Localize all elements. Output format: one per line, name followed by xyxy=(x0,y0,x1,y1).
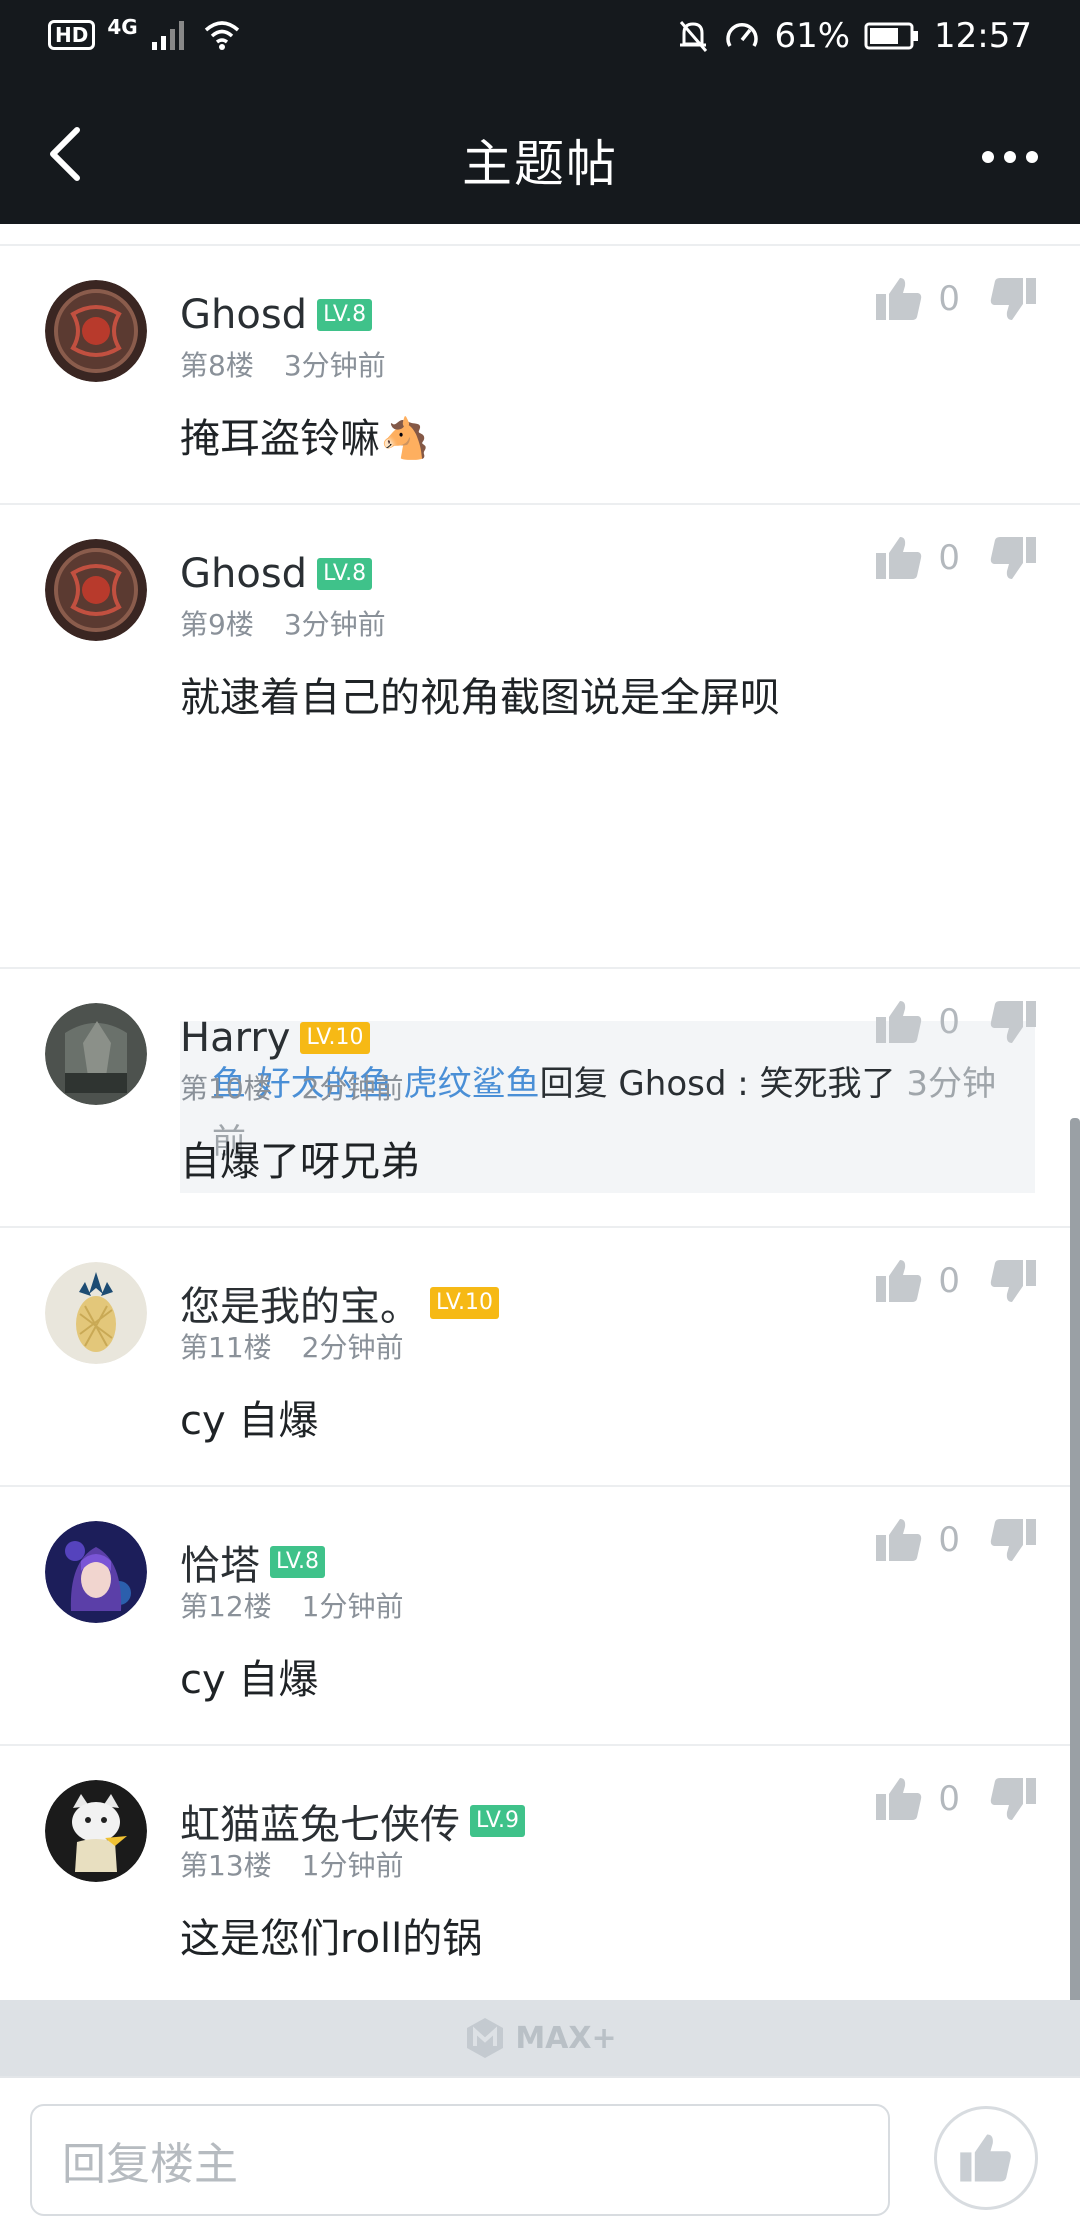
avatar[interactable] xyxy=(45,1003,147,1105)
thumbs-up-icon[interactable] xyxy=(874,1515,924,1565)
status-bar: HD 4G 61% 12:57 xyxy=(0,0,1080,80)
comment-text: cy 自爆 xyxy=(180,1657,319,1703)
level-badge: LV.8 xyxy=(270,1546,326,1578)
thumbs-down-icon[interactable] xyxy=(988,274,1038,324)
comment-text: 掩耳盗铃嘛🐴 xyxy=(180,416,430,462)
comment-item: Ghosd LV.8 第8楼 3分钟前 掩耳盗铃嘛🐴 0 xyxy=(0,246,1080,505)
username[interactable]: Ghosd xyxy=(180,292,307,338)
comment-text: 这是您们roll的锅 xyxy=(180,1916,483,1962)
scrollbar[interactable] xyxy=(1070,1118,1080,2068)
post-time: 3分钟前 xyxy=(283,608,386,641)
thumbs-down-icon[interactable] xyxy=(988,533,1038,583)
username[interactable]: Ghosd xyxy=(180,551,307,597)
harry-avatar-icon xyxy=(45,1003,147,1105)
anime-girl-icon xyxy=(45,1521,147,1623)
post-time: 2分钟前 xyxy=(301,1331,404,1364)
cartoon-cat-icon xyxy=(45,1780,147,1882)
comment-item: 虹猫蓝兔七侠传 LV.9 第13楼 1分钟前 这是您们roll的锅 0 xyxy=(0,1746,1080,2005)
dota-shield-icon xyxy=(45,539,147,641)
app-header: 主题帖 xyxy=(0,80,1080,224)
footer-logo-strip: MAX+ xyxy=(0,2000,1080,2076)
thumbs-down-icon[interactable] xyxy=(988,1515,1038,1565)
post-time: 3分钟前 xyxy=(283,349,386,382)
floor-number: 第8楼 xyxy=(180,349,254,382)
thumbs-up-icon[interactable] xyxy=(874,274,924,324)
like-count: 0 xyxy=(938,1520,960,1560)
level-badge: LV.8 xyxy=(317,299,373,331)
post-time: 1分钟前 xyxy=(301,1590,404,1623)
footer-logo-text: MAX+ xyxy=(515,2020,617,2056)
thumbs-down-icon[interactable] xyxy=(988,1256,1038,1306)
floor-number: 第12楼 xyxy=(180,1590,272,1623)
dota-shield-icon xyxy=(45,280,147,382)
max-logo-icon xyxy=(467,2018,504,2058)
floor-number: 第11楼 xyxy=(180,1331,272,1364)
comment-text: 就逮着自己的视角截图说是全屏呗 xyxy=(180,675,780,721)
signal-icon xyxy=(151,21,184,50)
hd-badge: HD xyxy=(48,20,96,50)
level-badge: LV.10 xyxy=(430,1287,500,1319)
username[interactable]: 恰塔 xyxy=(180,1533,260,1591)
post-time: 1分钟前 xyxy=(301,1849,404,1882)
mute-bell-icon xyxy=(680,21,708,52)
floor-number: 第13楼 xyxy=(180,1849,272,1882)
like-count: 0 xyxy=(938,279,960,319)
more-dot-icon xyxy=(982,151,994,163)
comment-item: Harry LV.10 第10楼 2分钟前 自爆了呀兄弟 0 xyxy=(0,969,1080,1228)
reply-input[interactable]: 回复楼主 xyxy=(30,2104,890,2216)
post-time: 2分钟前 xyxy=(301,1072,404,1105)
username[interactable]: 虹猫蓝兔七侠传 xyxy=(180,1792,460,1850)
like-count: 0 xyxy=(938,1002,960,1042)
battery-percent: 61% xyxy=(774,16,851,56)
thumbs-up-icon[interactable] xyxy=(874,1774,924,1824)
comment-list: Ghosd LV.8 第8楼 3分钟前 掩耳盗铃嘛🐴 0 Ghosd LV.8 … xyxy=(0,246,1080,2005)
level-badge: LV.10 xyxy=(300,1022,370,1054)
floor-number: 第10楼 xyxy=(180,1072,272,1105)
username[interactable]: 您是我的宝。 xyxy=(180,1274,420,1332)
clock: 12:57 xyxy=(934,16,1032,56)
more-dot-icon xyxy=(1004,151,1016,163)
page-title: 主题帖 xyxy=(462,135,618,193)
comment-text: 自爆了呀兄弟 xyxy=(180,1139,420,1185)
reply-bar: 回复楼主 xyxy=(0,2076,1080,2240)
like-count: 0 xyxy=(938,1261,960,1301)
floor-number: 第9楼 xyxy=(180,608,254,641)
level-badge: LV.8 xyxy=(317,558,373,590)
thumbs-up-icon[interactable] xyxy=(874,533,924,583)
avatar[interactable] xyxy=(45,1780,147,1882)
thumbs-up-icon[interactable] xyxy=(874,1256,924,1306)
comment-item: 您是我的宝。 LV.10 第11楼 2分钟前 cy 自爆 0 xyxy=(0,1228,1080,1487)
pineapple-icon xyxy=(45,1262,147,1364)
more-options-button[interactable] xyxy=(970,132,1050,182)
top-bar: HD 4G 61% 12:57 主题帖 xyxy=(0,0,1080,224)
wifi-icon xyxy=(204,21,239,50)
thumbs-up-icon xyxy=(960,2134,1011,2182)
like-count: 0 xyxy=(938,538,960,578)
like-count: 0 xyxy=(938,1779,960,1819)
avatar[interactable] xyxy=(45,280,147,382)
more-dot-icon xyxy=(1026,151,1038,163)
avatar[interactable] xyxy=(45,1521,147,1623)
network-indicator: 4G xyxy=(107,15,138,39)
speedometer-icon xyxy=(726,23,759,47)
like-post-button[interactable] xyxy=(934,2106,1038,2210)
thumbs-up-icon[interactable] xyxy=(874,997,924,1047)
avatar[interactable] xyxy=(45,539,147,641)
thumbs-down-icon[interactable] xyxy=(988,997,1038,1047)
level-badge: LV.9 xyxy=(470,1805,526,1837)
thumbs-down-icon[interactable] xyxy=(988,1774,1038,1824)
comment-item: Ghosd LV.8 第9楼 3分钟前 就逮着自己的视角截图说是全屏呗 0 鱼 … xyxy=(0,505,1080,1193)
comment-text: cy 自爆 xyxy=(180,1398,319,1444)
battery-icon xyxy=(864,22,919,50)
username[interactable]: Harry xyxy=(180,1015,290,1061)
avatar[interactable] xyxy=(45,1262,147,1364)
comment-item: 恰塔 LV.8 第12楼 1分钟前 cy 自爆 0 xyxy=(0,1487,1080,1746)
